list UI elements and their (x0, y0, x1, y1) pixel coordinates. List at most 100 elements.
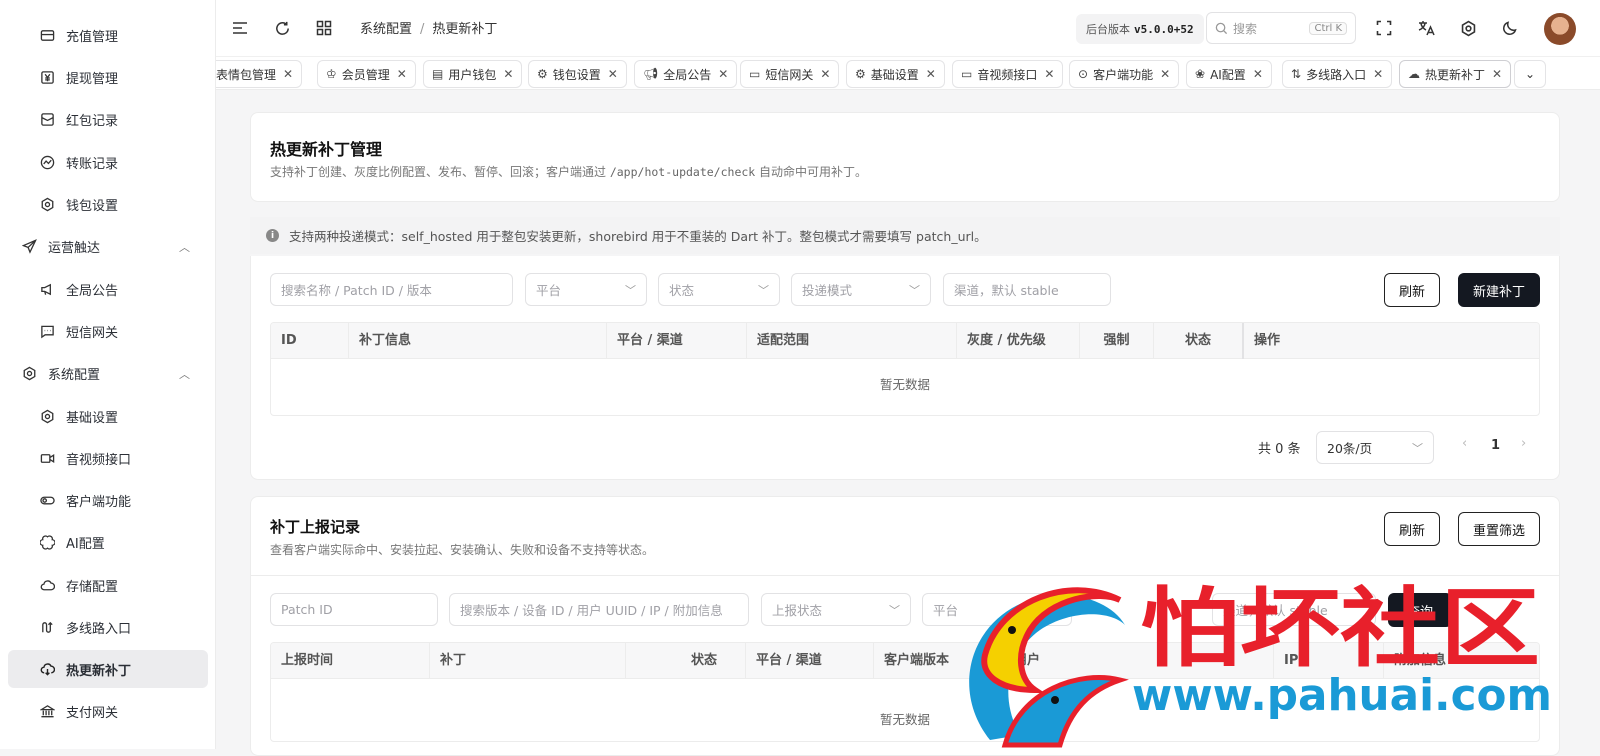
tab-membership[interactable]: ♔ 会员管理 ✕ (317, 60, 416, 88)
sidebar-item-storage[interactable]: 存储配置 (8, 566, 208, 604)
tab-av[interactable]: ▭ 音视频接口 ✕ (952, 60, 1064, 88)
sidebar-item-sms[interactable]: 短信网关 (8, 312, 208, 350)
page-size-value: 20条/页 (1327, 441, 1373, 456)
sidebar-item-wallet-settings[interactable]: 钱包设置 (8, 185, 208, 223)
settings-gear-icon[interactable] (1456, 16, 1480, 40)
total-count: 共 0 条 (1258, 442, 1301, 457)
tab-sms[interactable]: ▭ 短信网关 ✕ (740, 60, 840, 88)
sidebar-item-announcement[interactable]: 全局公告 (8, 270, 208, 308)
tab-announcement[interactable]: 📢︎ 全局公告 ✕ (634, 60, 738, 88)
next-page-icon[interactable]: › (1521, 436, 1526, 451)
tab-label: 短信网关 (765, 67, 814, 82)
sidebar-item-basic-settings[interactable]: 基础设置 (8, 397, 208, 435)
top-header: 系统配置 / 热更新补丁 后台版本 v5.0.0+52 搜索 Ctrl K (216, 0, 1600, 56)
wallet-icon (38, 26, 56, 44)
patch-id-input[interactable]: Patch ID (270, 593, 438, 626)
close-icon[interactable]: ✕ (1044, 67, 1054, 81)
sidebar-item-recharge[interactable]: 充值管理 (8, 16, 208, 54)
sidebar-group-operations[interactable]: 运营触达 ︿ (8, 227, 208, 265)
sidebar-item-withdraw[interactable]: 提现管理 (8, 58, 208, 96)
megaphone-icon: 📢︎ (643, 67, 659, 81)
desc-text: 支持补丁创建、灰度比例配置、发布、暂停、回滚；客户端通过 (270, 165, 610, 179)
sidebar-item-transfer[interactable]: 转账记录 (8, 143, 208, 181)
menu-toggle-icon[interactable] (228, 16, 252, 40)
sidebar-item-client[interactable]: 客户端功能 (8, 481, 208, 519)
breadcrumb: 系统配置 / 热更新补丁 (360, 18, 497, 37)
sidebar-item-payment[interactable]: 支付网关 (8, 692, 208, 730)
dark-mode-moon-icon[interactable] (1498, 16, 1522, 40)
route-icon (38, 618, 56, 636)
apps-grid-icon[interactable] (312, 16, 336, 40)
close-icon[interactable]: ✕ (608, 67, 618, 81)
prev-page-icon[interactable]: ‹ (1462, 436, 1467, 451)
tab-label: 钱包设置 (552, 67, 601, 82)
tab-sticker[interactable]: 表情包管理 ✕ (216, 60, 303, 88)
close-icon[interactable]: ✕ (1373, 67, 1383, 81)
placeholder: 上报状态 (772, 603, 823, 618)
breadcrumb-item[interactable]: 系统配置 (360, 22, 412, 37)
sidebar-item-ai[interactable]: AI配置 (8, 523, 208, 561)
tab-routes[interactable]: ⇅ 多线路入口 ✕ (1282, 60, 1393, 88)
chart-icon (38, 153, 56, 171)
chevron-down-icon: ﹀ (889, 603, 900, 617)
tab-ai[interactable]: ❀ AI配置 ✕ (1186, 60, 1272, 88)
fullscreen-icon[interactable] (1372, 16, 1396, 40)
close-icon[interactable]: ✕ (1253, 67, 1263, 81)
refresh-icon[interactable] (270, 16, 294, 40)
reset-filter-button[interactable]: 重置筛选 (1458, 512, 1540, 546)
sidebar-item-routes[interactable]: 多线路入口 (8, 608, 208, 646)
close-icon[interactable]: ✕ (1160, 67, 1170, 81)
sidebar: 充值管理 提现管理 红包记录 转账记录 钱包设置 运营触达 ︿ 全局公告 短信网关… (0, 0, 216, 749)
close-icon[interactable]: ✕ (397, 67, 407, 81)
report-refresh-button[interactable]: 刷新 (1384, 512, 1440, 546)
create-patch-button[interactable]: 新建补丁 (1458, 273, 1540, 307)
refresh-button[interactable]: 刷新 (1384, 273, 1440, 307)
gear-icon (38, 407, 56, 425)
delivery-mode-select[interactable]: 投递模式 ﹀ (791, 273, 931, 306)
translate-icon[interactable] (1414, 16, 1438, 40)
placeholder: 平台 (536, 283, 562, 298)
page-size-select[interactable]: 20条/页 ﹀ (1316, 431, 1434, 464)
tabs-more-button[interactable]: ⌄ (1514, 60, 1546, 88)
report-status-select[interactable]: 上报状态 ﹀ (761, 593, 911, 626)
sidebar-item-hot-update[interactable]: 热更新补丁 (8, 650, 208, 688)
tab-user-wallet[interactable]: ▤ 用户钱包 ✕ (423, 60, 523, 88)
tab-client[interactable]: ⊙ 客户端功能 ✕ (1069, 60, 1180, 88)
placeholder: 搜索名称 / Patch ID / 版本 (281, 283, 432, 298)
close-icon[interactable]: ✕ (820, 67, 830, 81)
user-avatar[interactable] (1544, 13, 1576, 45)
sidebar-item-redpacket[interactable]: 红包记录 (8, 100, 208, 138)
info-icon: i (266, 229, 279, 242)
sidebar-item-label: 系统配置 (48, 367, 101, 383)
tab-hot-update[interactable]: ☁ 热更新补丁 ✕ (1399, 60, 1512, 88)
close-icon[interactable]: ✕ (926, 67, 936, 81)
chevron-down-icon: ﹀ (1412, 441, 1423, 455)
column-header: 状态 (1154, 323, 1244, 359)
ai-icon: ❀ (1195, 67, 1206, 81)
sidebar-item-label: 红包记录 (66, 113, 119, 129)
sidebar-item-label: 基础设置 (66, 410, 119, 426)
report-search-input[interactable]: 搜索版本 / 设备 ID / 用户 UUID / IP / 附加信息 (449, 593, 749, 626)
ai-icon (38, 533, 56, 551)
channel-input[interactable]: 渠道，默认 stable (943, 273, 1111, 306)
placeholder: 搜索版本 / 设备 ID / 用户 UUID / IP / 附加信息 (460, 603, 723, 618)
patch-search-input[interactable]: 搜索名称 / Patch ID / 版本 (270, 273, 513, 306)
close-icon[interactable]: ✕ (283, 67, 293, 81)
fish-logo-icon: 怕坏社区 www.pahuai.com (969, 579, 1552, 748)
tab-basic-settings[interactable]: ⚙ 基础设置 ✕ (846, 60, 945, 88)
chevron-down-icon: ⌄ (1524, 67, 1536, 81)
column-header: 操作 (1254, 333, 1281, 348)
table-header: ID 补丁信息 平台 / 渠道 适配范围 灰度 / 优先级 强制 状态 操作 (271, 323, 1539, 359)
sidebar-group-system[interactable]: 系统配置 ︿ (8, 354, 208, 392)
platform-select[interactable]: 平台 ﹀ (525, 273, 647, 306)
status-select[interactable]: 状态 ﹀ (658, 273, 780, 306)
toggle-icon: ⊙ (1078, 67, 1089, 81)
close-icon[interactable]: ✕ (503, 67, 513, 81)
section-title: 补丁上报记录 (270, 518, 361, 536)
close-icon[interactable]: ✕ (1492, 67, 1502, 81)
search-input[interactable]: 搜索 Ctrl K (1206, 12, 1356, 44)
close-icon[interactable]: ✕ (718, 67, 728, 81)
page-number[interactable]: 1 (1491, 438, 1500, 453)
sidebar-item-av[interactable]: 音视频接口 (8, 439, 208, 477)
tab-wallet-settings[interactable]: ⚙ 钱包设置 ✕ (528, 60, 627, 88)
